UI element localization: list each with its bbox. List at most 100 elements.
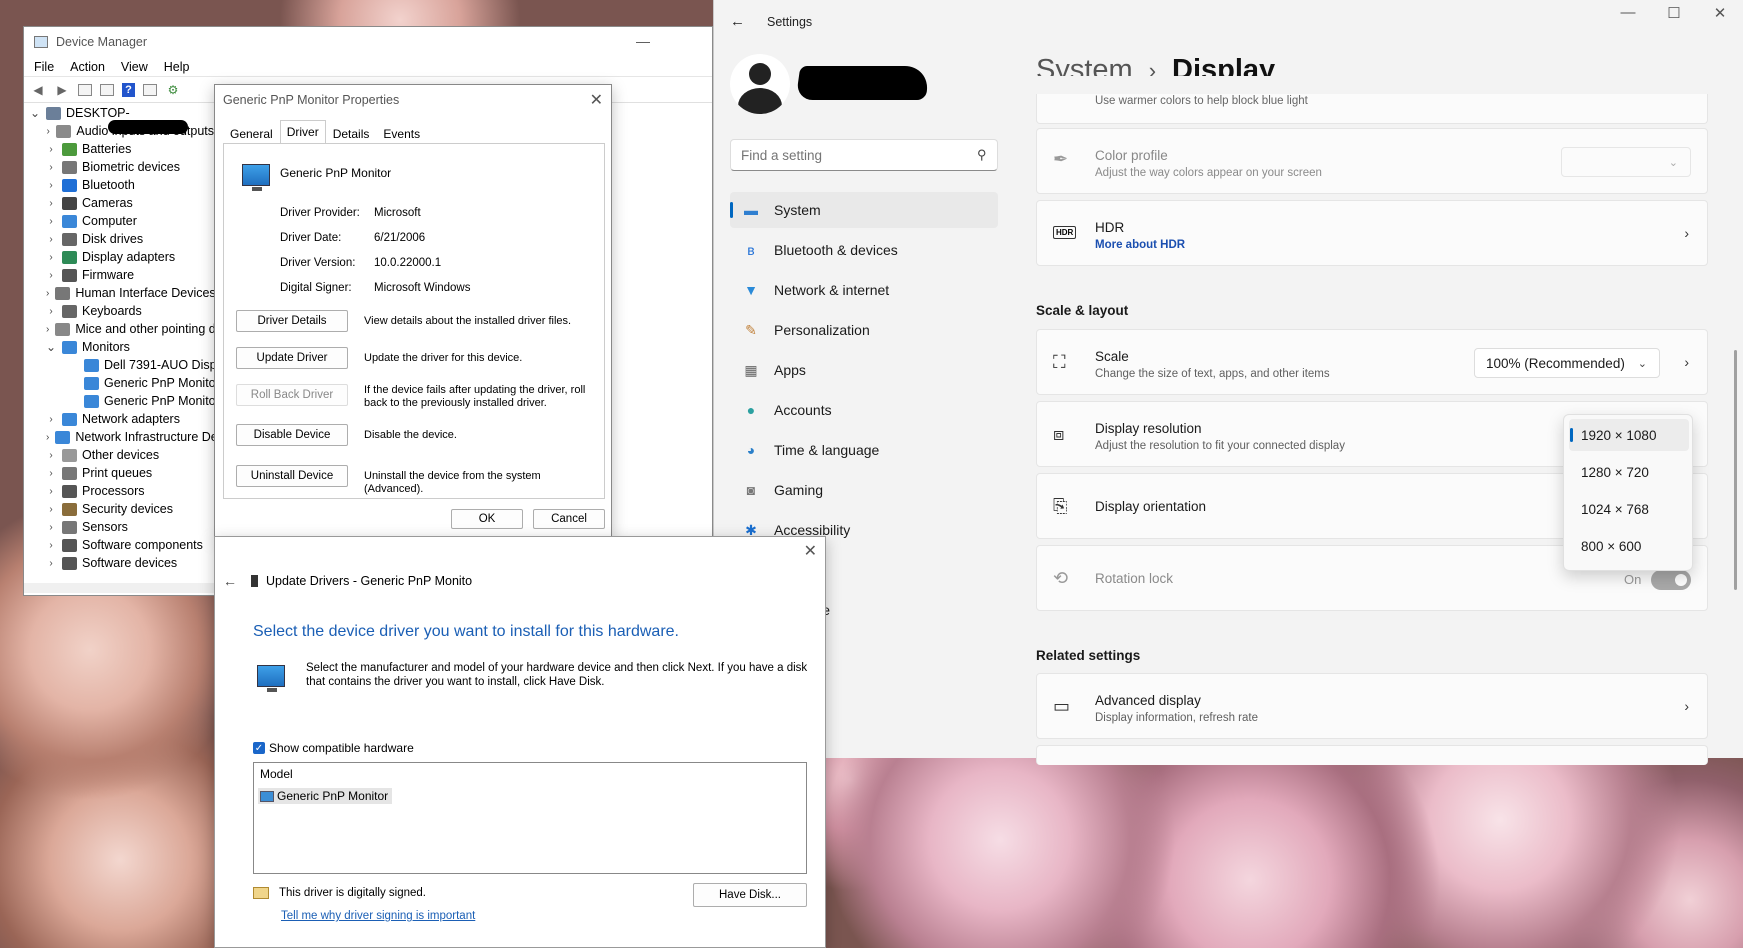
color-profile-card[interactable]: ✒ Color profile Adjust the way colors ap…: [1036, 128, 1708, 194]
driver-signing-link[interactable]: Tell me why driver signing is important: [281, 910, 475, 922]
scale-card[interactable]: ⛶ Scale Change the size of text, apps, a…: [1036, 329, 1708, 395]
chevron-right-icon[interactable]: ›: [46, 198, 56, 209]
tree-item[interactable]: › Cameras: [24, 194, 214, 212]
back-arrow-icon[interactable]: ←: [730, 13, 745, 30]
tree-item[interactable]: › Display adapters: [24, 248, 214, 266]
driver-details-button[interactable]: Driver Details: [236, 310, 348, 332]
tree-item[interactable]: ⌄ Monitors: [24, 338, 214, 356]
chevron-right-icon[interactable]: ›: [46, 126, 50, 137]
nav-item-gaming[interactable]: ◙ Gaming: [730, 472, 998, 508]
nav-item-personalization[interactable]: ✎ Personalization: [730, 312, 998, 348]
chevron-right-icon[interactable]: ›: [46, 180, 56, 191]
chevron-right-icon[interactable]: ›: [46, 216, 56, 227]
device-manager-titlebar[interactable]: Device Manager: [24, 27, 712, 57]
menu-file[interactable]: File: [34, 60, 54, 74]
properties-titlebar[interactable]: Generic PnP Monitor Properties: [215, 85, 611, 115]
rotation-lock-toggle[interactable]: [1651, 570, 1691, 590]
advanced-display-card[interactable]: ▭ Advanced display Display information, …: [1036, 673, 1708, 739]
chevron-right-icon[interactable]: ›: [46, 234, 56, 245]
tree-item[interactable]: › Mice and other pointing devices: [24, 320, 214, 338]
avatar[interactable]: [730, 54, 790, 114]
device-tree[interactable]: ⌄DESKTOP-›Audio inputs and outputs›Batte…: [24, 104, 214, 593]
update-drivers-close-button[interactable]: ✕: [804, 541, 817, 561]
disable-device-button[interactable]: Disable Device: [236, 424, 348, 446]
tree-item[interactable]: › Firmware: [24, 266, 214, 284]
nav-item-time-language[interactable]: ◕ Time & language: [730, 432, 998, 468]
menu-view[interactable]: View: [121, 60, 148, 74]
tree-item[interactable]: › Keyboards: [24, 302, 214, 320]
chevron-down-icon[interactable]: ⌄: [30, 106, 40, 120]
tree-item[interactable]: › Batteries: [24, 140, 214, 158]
nav-item-system[interactable]: ▬ System: [730, 192, 998, 228]
tree-item[interactable]: › Disk drives: [24, 230, 214, 248]
chevron-right-icon[interactable]: ›: [46, 540, 56, 551]
nav-item-apps[interactable]: ▦ Apps: [730, 352, 998, 388]
chevron-right-icon[interactable]: ›: [46, 306, 56, 317]
chevron-right-icon[interactable]: ›: [46, 558, 56, 569]
tree-item[interactable]: Generic PnP Monitor: [24, 374, 214, 392]
tree-item[interactable]: › Network Infrastructure Devices: [24, 428, 214, 446]
tree-item[interactable]: › Software devices: [24, 554, 214, 572]
update-driver-button[interactable]: Update Driver: [236, 347, 348, 369]
show-compatible-checkbox[interactable]: ✓ Show compatible hardware: [253, 741, 414, 755]
show-hide-tree-icon[interactable]: [78, 83, 92, 96]
chevron-right-icon[interactable]: ›: [46, 522, 56, 533]
show-hidden-icon[interactable]: [143, 83, 157, 96]
chevron-right-icon[interactable]: ›: [46, 270, 56, 281]
hdr-card[interactable]: HDR HDR More about HDR ›: [1036, 200, 1708, 266]
chevron-right-icon[interactable]: ›: [46, 252, 56, 263]
search-input[interactable]: [741, 147, 961, 163]
chevron-right-icon[interactable]: ›: [46, 162, 56, 173]
scale-dropdown[interactable]: 100% (Recommended) ⌄: [1474, 348, 1660, 378]
search-box[interactable]: ⚲: [730, 139, 998, 171]
properties-close-button[interactable]: ✕: [590, 90, 603, 110]
tree-item[interactable]: › Other devices: [24, 446, 214, 464]
chevron-right-icon[interactable]: ›: [46, 414, 56, 425]
tree-item[interactable]: › Software components: [24, 536, 214, 554]
tree-item[interactable]: › Sensors: [24, 518, 214, 536]
search-icon[interactable]: ⚲: [977, 147, 987, 163]
cancel-button[interactable]: Cancel: [533, 509, 605, 529]
help-icon[interactable]: ?: [122, 82, 135, 97]
vertical-scrollbar[interactable]: [1734, 350, 1737, 590]
tree-item[interactable]: Dell 7391-AUO Display: [24, 356, 214, 374]
tree-item[interactable]: › Biometric devices: [24, 158, 214, 176]
have-disk-button[interactable]: Have Disk...: [693, 883, 807, 907]
resolution-option-1280[interactable]: 1280 × 720: [1569, 456, 1689, 488]
menu-action[interactable]: Action: [70, 60, 105, 74]
tree-item[interactable]: Generic PnP Monitor: [24, 392, 214, 410]
chevron-right-icon[interactable]: ›: [46, 288, 49, 299]
tree-item[interactable]: › Computer: [24, 212, 214, 230]
nav-item-network-internet[interactable]: ▼ Network & internet: [730, 272, 998, 308]
menu-help[interactable]: Help: [164, 60, 190, 74]
horizontal-scrollbar[interactable]: [24, 583, 214, 593]
chevron-right-icon[interactable]: ›: [46, 144, 56, 155]
resolution-option-800[interactable]: 800 × 600: [1569, 530, 1689, 562]
minimize-button[interactable]: —: [636, 33, 650, 49]
tree-item[interactable]: › Bluetooth: [24, 176, 214, 194]
chevron-right-icon[interactable]: ›: [46, 324, 49, 335]
forward-arrow-icon[interactable]: ▶: [54, 82, 70, 98]
maximize-button[interactable]: ☐: [1651, 4, 1697, 22]
nav-item-accounts[interactable]: ● Accounts: [730, 392, 998, 428]
tree-item[interactable]: › Network adapters: [24, 410, 214, 428]
chevron-right-icon[interactable]: ›: [46, 504, 56, 515]
back-arrow-icon[interactable]: ←: [223, 573, 237, 589]
resolution-option-1920[interactable]: 1920 × 1080: [1569, 419, 1689, 451]
model-list[interactable]: Model Generic PnP Monitor: [253, 762, 807, 874]
chevron-right-icon[interactable]: ›: [46, 486, 56, 497]
minimize-button[interactable]: —: [1605, 4, 1651, 22]
roll-back-driver-button[interactable]: Roll Back Driver: [236, 384, 348, 406]
scan-hardware-icon[interactable]: ⚙: [165, 82, 181, 98]
model-list-item[interactable]: Generic PnP Monitor: [258, 788, 393, 804]
tree-item[interactable]: › Print queues: [24, 464, 214, 482]
close-button[interactable]: ✕: [1697, 4, 1743, 22]
tree-item[interactable]: › Human Interface Devices: [24, 284, 214, 302]
properties-icon[interactable]: [100, 83, 114, 96]
tree-item[interactable]: › Processors: [24, 482, 214, 500]
chevron-right-icon[interactable]: ›: [46, 468, 56, 479]
tab-driver[interactable]: Driver: [279, 120, 326, 145]
resolution-option-1024[interactable]: 1024 × 768: [1569, 493, 1689, 525]
chevron-down-icon[interactable]: ⌄: [46, 340, 56, 354]
uninstall-device-button[interactable]: Uninstall Device: [236, 465, 348, 487]
